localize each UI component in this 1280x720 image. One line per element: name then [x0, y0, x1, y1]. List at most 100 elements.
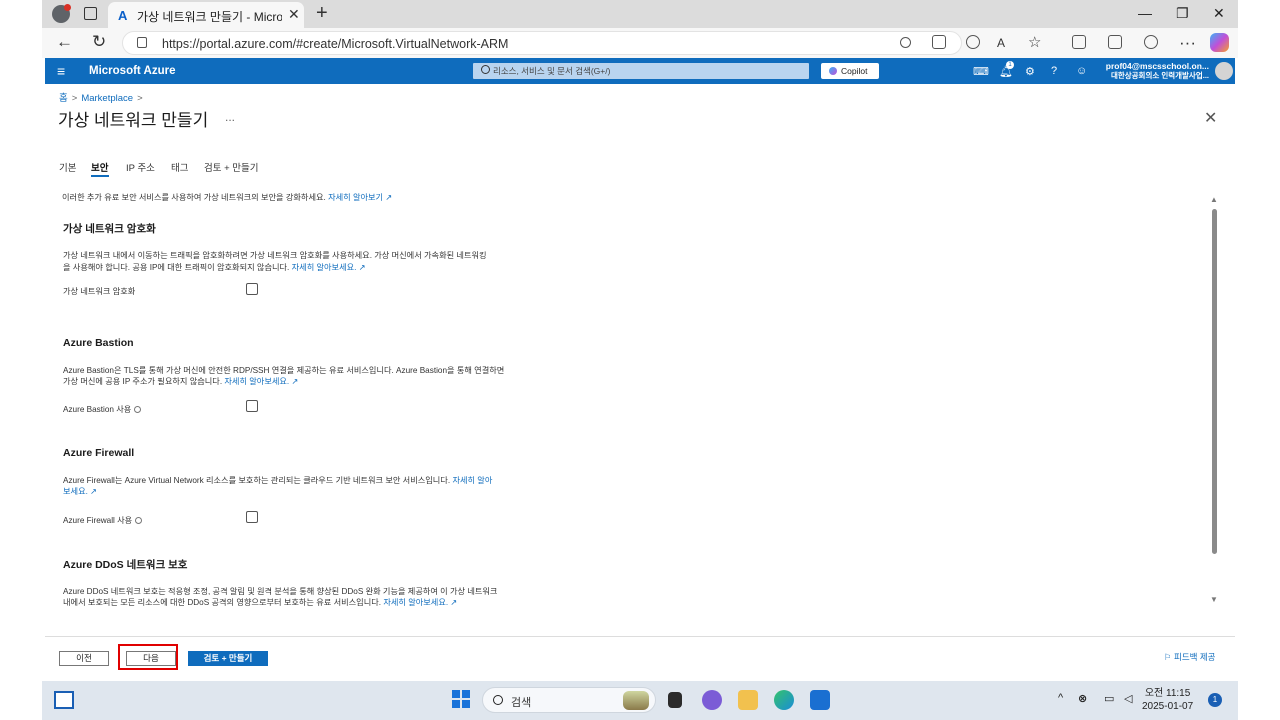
azure-brand[interactable]: Microsoft Azure [89, 65, 175, 77]
tray-overflow-icon[interactable]: ^ [1058, 692, 1063, 704]
breadcrumb-marketplace[interactable]: Marketplace [81, 93, 133, 104]
tab-review-create[interactable]: 검토 + 만들기 [204, 160, 259, 174]
content-scrollbar[interactable]: ▲ ▼ [1209, 195, 1219, 607]
intro-learn-more-link[interactable]: 자세히 알아보기 [328, 193, 383, 202]
encryption-desc-text: 을 사용해야 합니다. 공용 IP에 대한 트래픽이 암호화되지 않습니다. [63, 263, 290, 272]
password-key-icon[interactable] [900, 37, 911, 48]
start-icon[interactable] [452, 690, 470, 708]
breadcrumb-home[interactable]: 홈 [59, 93, 68, 104]
widgets-icon[interactable] [54, 691, 74, 709]
browser-window: A 가상 네트워크 만들기 - Microsoft ✕ + — ❐ ✕ ← ↻ … [42, 0, 1238, 720]
feedback-link[interactable]: ⚐ 피드백 제공 [1164, 651, 1215, 663]
clock[interactable]: 오전 11:15 2025-01-07 [1142, 687, 1193, 713]
restore-icon[interactable]: ❐ [1176, 5, 1189, 22]
firewall-desc-line1: Azure Firewall는 Azure Virtual Network 리소… [63, 474, 492, 486]
task-view-icon[interactable] [668, 692, 682, 708]
tab-basics[interactable]: 기본 [59, 160, 76, 174]
split-screen-icon[interactable] [1072, 35, 1086, 49]
firewall-field-text: Azure Firewall 사용 [63, 516, 133, 525]
breadcrumb-separator: > [137, 93, 143, 104]
cloud-shell-icon[interactable]: ⌨ [973, 65, 989, 78]
browser-tab-active[interactable]: A 가상 네트워크 만들기 - Microsoft ✕ [108, 2, 304, 28]
help-icon[interactable]: ? [1051, 65, 1057, 77]
azure-favicon-icon: A [118, 8, 128, 23]
address-row: ← ↻ https://portal.azure.com/#create/Mic… [42, 28, 1238, 58]
tab-tags[interactable]: 태그 [171, 160, 188, 174]
new-tab-icon[interactable]: + [316, 2, 328, 25]
bastion-learn-more-link[interactable]: 자세히 알아보세요. [224, 377, 289, 386]
external-link-icon: ↗ [90, 487, 98, 496]
encryption-heading: 가상 네트워크 암호화 [63, 223, 156, 235]
firewall-heading: Azure Firewall [63, 447, 135, 459]
address-bar[interactable]: https://portal.azure.com/#create/Microso… [122, 31, 962, 55]
favorite-star-icon[interactable]: ☆ [1028, 33, 1041, 51]
encryption-desc-line1: 가상 네트워크 내에서 이동하는 트래픽을 암호화하려면 가상 네트워크 암호화… [63, 251, 487, 260]
read-aloud-icon[interactable]: A [997, 36, 1005, 50]
info-icon[interactable] [135, 517, 143, 524]
info-icon[interactable] [134, 406, 142, 413]
encryption-learn-more-link[interactable]: 자세히 알아보세요. [292, 263, 357, 272]
edge-copilot-icon[interactable] [1210, 33, 1229, 52]
tab-actions-icon[interactable] [84, 7, 97, 20]
firewall-checkbox[interactable] [246, 511, 258, 523]
volume-icon[interactable]: ◁ [1124, 692, 1132, 705]
copilot-button[interactable]: Copilot [821, 63, 879, 79]
taskbar-search-label: 검색 [511, 697, 532, 709]
taskbar-search[interactable]: 검색 [482, 687, 656, 713]
bastion-desc-text: 가상 머신에 공용 IP 주소가 필요하지 않습니다. [63, 377, 223, 386]
apps-icon[interactable] [932, 35, 946, 49]
tray-app-icon[interactable]: ⊗ [1078, 692, 1087, 705]
active-tab-indicator [91, 175, 109, 177]
teams-chat-icon[interactable] [702, 690, 722, 710]
firewall-learn-more-link-cont[interactable]: 보세요. [63, 487, 88, 496]
notification-center-badge[interactable]: 1 [1208, 693, 1222, 707]
intro-text-body: 이러한 추가 유료 보안 서비스를 사용하여 가상 네트워크의 보안을 강화하세… [62, 193, 326, 202]
notification-badge: 1 [1006, 61, 1014, 69]
zoom-icon[interactable] [966, 35, 980, 49]
refresh-icon[interactable]: ↻ [92, 32, 106, 52]
clock-date: 2025-01-07 [1142, 701, 1194, 712]
copilot-label: Copilot [841, 66, 868, 76]
firewall-field-label: Azure Firewall 사용 [63, 514, 143, 526]
close-blade-icon[interactable]: ✕ [1204, 108, 1217, 128]
scroll-up-icon[interactable]: ▲ [1210, 195, 1218, 204]
review-create-button[interactable]: 검토 + 만들기 [188, 651, 268, 666]
encryption-checkbox[interactable] [246, 283, 258, 295]
previous-button[interactable]: 이전 [59, 651, 109, 666]
collections-icon[interactable] [1108, 35, 1122, 49]
scroll-down-icon[interactable]: ▼ [1210, 595, 1218, 604]
bastion-field-label: Azure Bastion 사용 [63, 403, 142, 415]
tab-title: 가상 네트워크 만들기 - Microsoft [137, 10, 282, 24]
tab-ip-addresses[interactable]: IP 주소 [126, 160, 155, 174]
breadcrumb-separator: > [71, 93, 78, 104]
network-icon[interactable]: ▭ [1104, 692, 1114, 705]
feedback-person-icon[interactable]: ☺ [1076, 65, 1087, 77]
site-info-icon[interactable] [137, 37, 147, 48]
portal-menu-icon[interactable]: ≡ [57, 63, 65, 79]
ddos-learn-more-link[interactable]: 자세히 알아보세요. [383, 598, 448, 607]
minimize-icon[interactable]: — [1138, 5, 1152, 21]
more-menu-icon[interactable]: ··· [1179, 33, 1196, 53]
bastion-checkbox[interactable] [246, 400, 258, 412]
avatar[interactable] [1215, 62, 1233, 80]
edge-browser-icon[interactable] [774, 690, 794, 710]
url-text: https://portal.azure.com/#create/Microso… [162, 37, 509, 51]
settings-gear-icon[interactable]: ⚙ [1025, 65, 1035, 78]
external-link-icon: ↗ [450, 598, 458, 607]
extensions-icon[interactable] [1144, 35, 1158, 49]
window-close-icon[interactable]: ✕ [1213, 5, 1225, 22]
account-info[interactable]: prof04@mscsschool.on... 대한상공회의소 인력개발사업..… [1105, 61, 1209, 81]
store-icon[interactable] [810, 690, 830, 710]
firewall-learn-more-link[interactable]: 자세히 알아 [452, 476, 492, 485]
file-explorer-icon[interactable] [738, 690, 758, 710]
scrollbar-thumb[interactable] [1212, 209, 1217, 554]
tab-security[interactable]: 보안 [91, 160, 108, 174]
back-icon[interactable]: ← [56, 32, 73, 52]
azure-search-input[interactable]: 리소스, 서비스 및 문서 검색(G+/) [473, 63, 809, 79]
highlight-box [118, 644, 178, 670]
tab-strip: A 가상 네트워크 만들기 - Microsoft ✕ + — ❐ ✕ [42, 0, 1238, 28]
security-tab-content[interactable]: 이러한 추가 유료 보안 서비스를 사용하여 가상 네트워크의 보안을 강화하세… [62, 185, 1222, 615]
bastion-field-text: Azure Bastion 사용 [63, 405, 132, 414]
tab-close-icon[interactable]: ✕ [288, 6, 300, 23]
more-options-icon[interactable]: ... [225, 110, 235, 124]
